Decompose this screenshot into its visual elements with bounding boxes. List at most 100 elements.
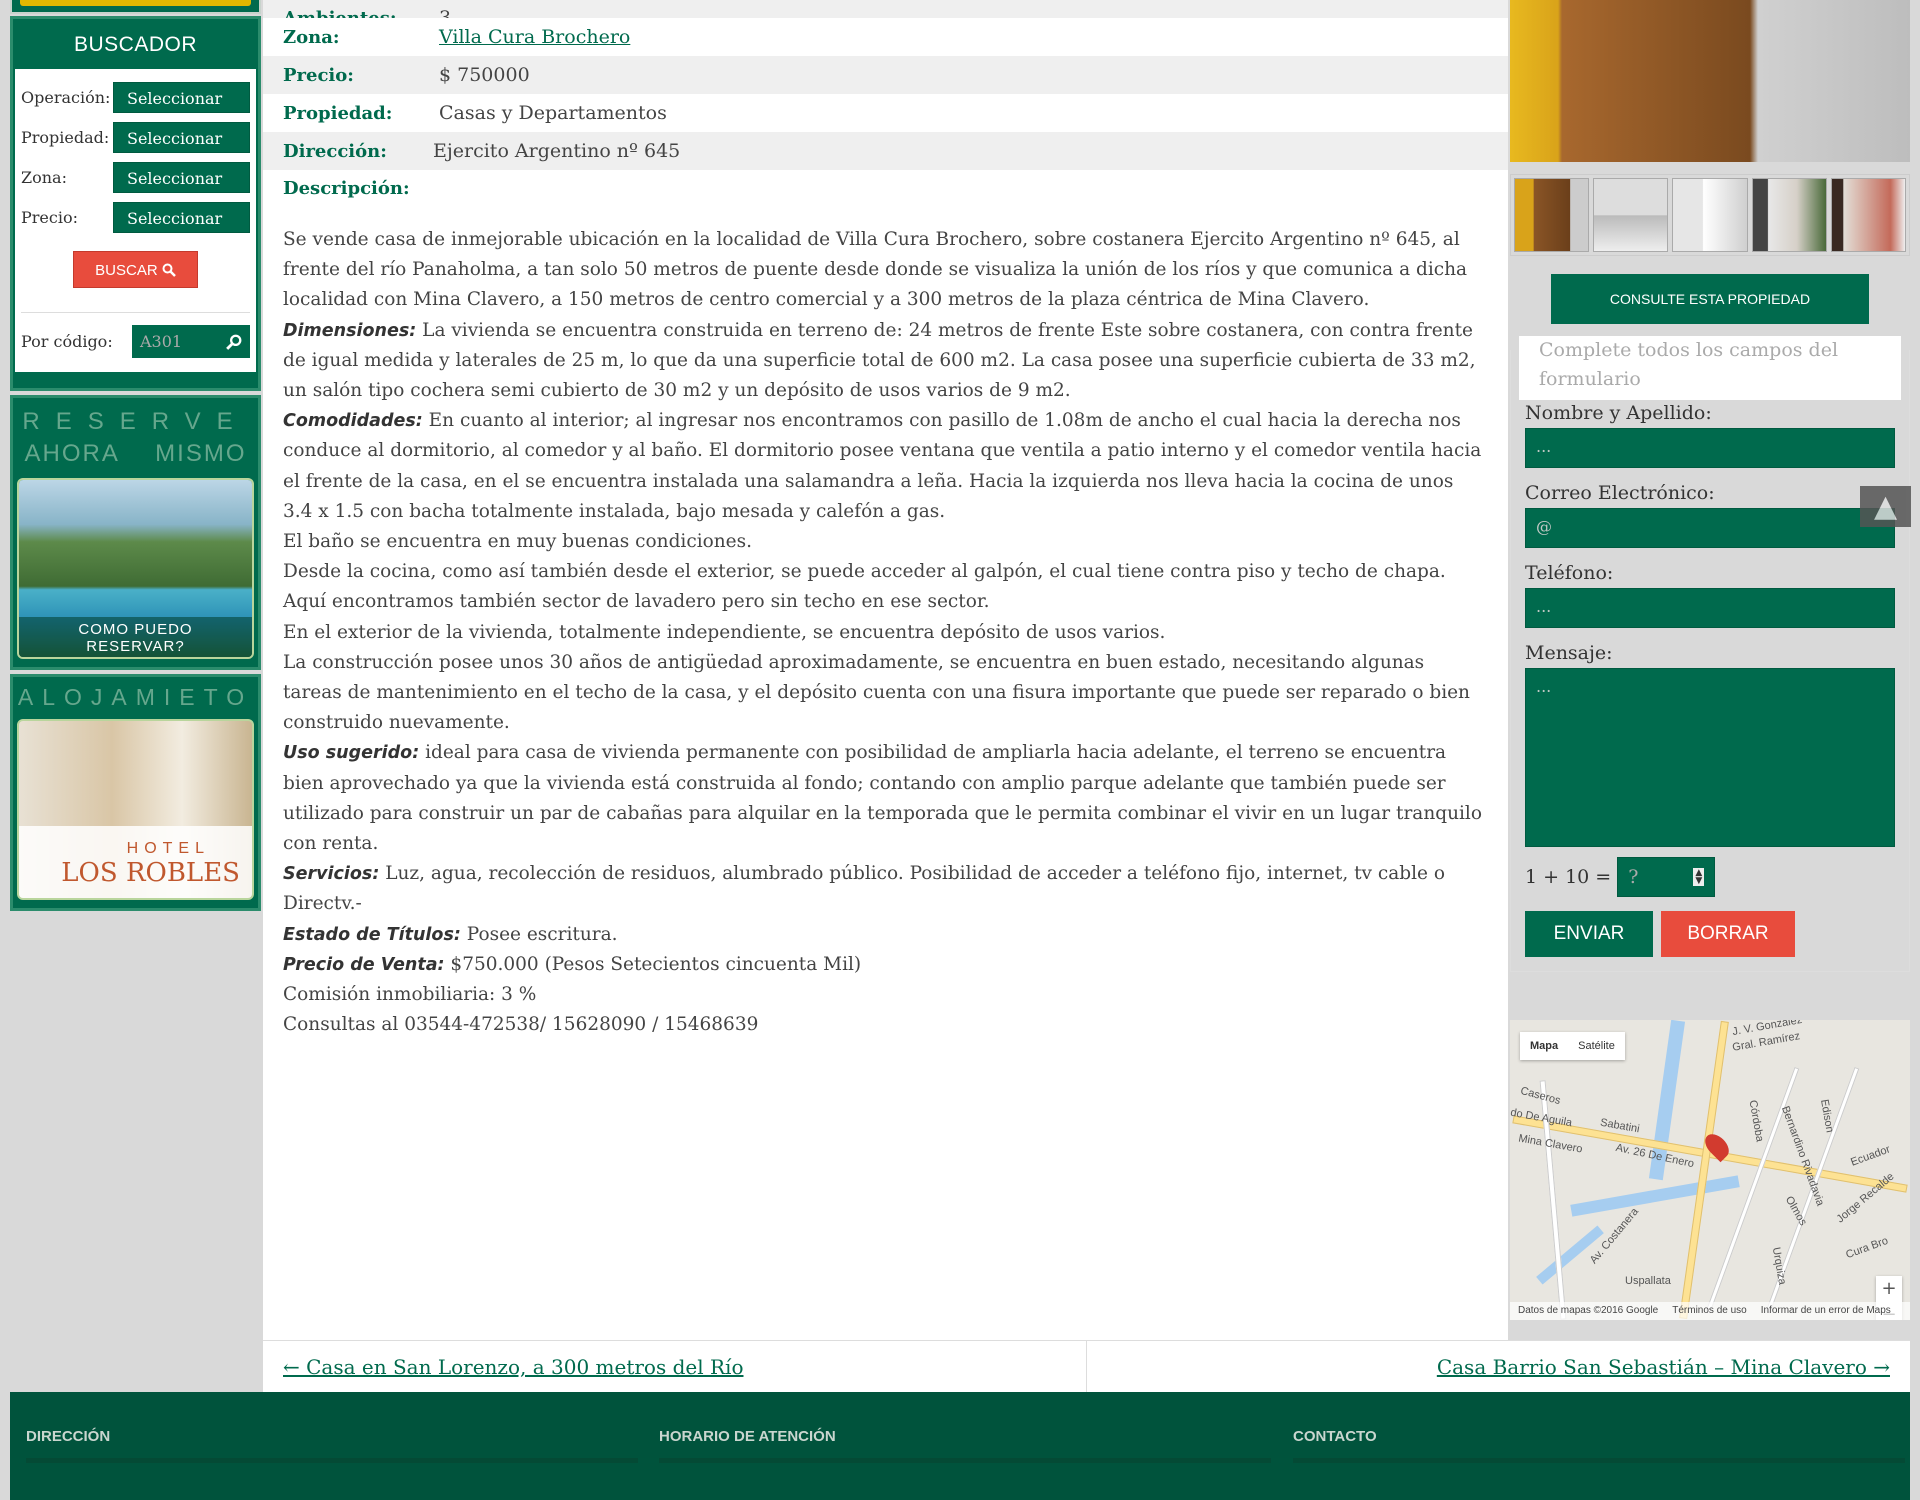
enviar-button[interactable]: ENVIAR — [1525, 911, 1653, 957]
scroll-top-button[interactable]: ▲ — [1860, 486, 1911, 527]
property-content: Ambientes: 3 Zona: Villa Cura Brochero P… — [263, 0, 1508, 1390]
uso-label: Uso sugerido: — [283, 743, 420, 764]
precio-select[interactable]: Seleccionar — [113, 201, 250, 233]
map-footer: Datos de mapas ©2016 Google Términos de … — [1510, 1302, 1910, 1320]
next-post-link[interactable]: Casa Barrio San Sebastián – Mina Clavero… — [1437, 1355, 1890, 1379]
thumbnail[interactable] — [1672, 178, 1748, 252]
dim-text: La vivienda se encuentra construida en t… — [283, 319, 1476, 402]
borrar-button[interactable]: BORRAR — [1661, 911, 1795, 957]
hotel-logo-name: LOS ROBLES — [61, 858, 240, 888]
buscar-label: BUSCAR — [95, 262, 158, 279]
tab-satelite[interactable]: Satélite — [1568, 1032, 1625, 1060]
map-data-credit: Datos de mapas ©2016 Google — [1518, 1305, 1659, 1316]
desc-bano: El baño se encuentra en muy buenas condi… — [283, 531, 753, 553]
captcha-placeholder: ? — [1628, 866, 1639, 888]
contact-form: Complete todos los campos del formulario… — [1510, 336, 1910, 972]
map-label: Edison — [1817, 1098, 1836, 1134]
description-body: Se vende casa de inmejorable ubicación e… — [263, 199, 1508, 1040]
prev-post-link[interactable]: ← Casa en San Lorenzo, a 300 metros del … — [283, 1355, 743, 1379]
propiedad-row: Propiedad: Seleccionar — [21, 117, 250, 157]
next-post: Casa Barrio San Sebastián – Mina Clavero… — [1087, 1341, 1910, 1392]
desc-comodidades: Comodidades: En cuanto al interior; al i… — [283, 406, 1488, 527]
reserve-panel: RESERVE AHORA MISMO COMO PUEDO RESERVAR? — [10, 395, 261, 670]
ambientes-value: 3 — [439, 7, 452, 18]
gallery: CONSULTE ESTA PROPIEDAD Complete todos l… — [1510, 0, 1910, 972]
correo-label: Correo Electrónico: — [1525, 482, 1715, 504]
serv-text: Luz, agua, recolección de residuos, alum… — [283, 863, 1445, 915]
search-icon[interactable] — [226, 334, 242, 350]
titulos-label: Estado de Títulos: — [283, 924, 461, 945]
footer-direccion-heading: DIRECCIÓN — [26, 1428, 111, 1445]
serv-label: Servicios: — [283, 864, 380, 885]
location-map[interactable]: Mapa Satélite J. V. Gonzalez Gral. Ramír… — [1510, 1020, 1910, 1320]
zona-label: Zona: — [21, 167, 67, 187]
search-icon — [162, 263, 176, 277]
captcha-input[interactable]: ? ▲ ▼ — [1617, 857, 1716, 897]
consulte-button[interactable]: CONSULTE ESTA PROPIEDAD — [1551, 274, 1869, 324]
codigo-input[interactable]: A301 — [132, 325, 250, 358]
promo-caption-line2: RESERVAR? — [86, 638, 185, 655]
nombre-label: Nombre y Apellido: — [1525, 402, 1712, 424]
codigo-label: Por código: — [21, 332, 113, 351]
footer-contacto-heading: CONTACTO — [1293, 1428, 1377, 1445]
desc-consultas: Consultas al 03544-472538/ 15628090 / 15… — [283, 1014, 759, 1036]
sidebar: BUSCADOR Operación: Seleccionar Propieda… — [10, 0, 261, 911]
thumbnail[interactable] — [1514, 178, 1590, 252]
precio-row: Precio: Seleccionar — [21, 197, 250, 237]
map-terms-link[interactable]: Términos de uso — [1672, 1305, 1746, 1317]
telefono-label: Teléfono: — [1525, 562, 1614, 584]
captcha-question: 1 + 10 = — [1525, 866, 1612, 888]
footer-divider — [1293, 1458, 1905, 1463]
titulos-text: Posee escritura. — [460, 923, 618, 945]
alojamiento-panel: ALOJAMIETO HOTEL LOS ROBLES — [10, 674, 261, 911]
hotel-banner[interactable]: HOTEL LOS ROBLES — [17, 719, 254, 900]
telefono-input[interactable]: ... — [1525, 588, 1895, 628]
desc-venta: Precio de Venta: $750.000 (Pesos Setecie… — [283, 950, 1488, 980]
thumbnail[interactable] — [1830, 178, 1907, 252]
reserve-line1: RESERVE — [22, 408, 249, 435]
buscar-button[interactable]: BUSCAR — [73, 251, 198, 288]
spinner-arrows-icon[interactable]: ▲ ▼ — [1693, 868, 1705, 886]
footer-horario-heading: HORARIO DE ATENCIÓN — [659, 1428, 836, 1445]
ambientes-label: Ambientes: — [283, 8, 439, 18]
reserve-promo-banner[interactable]: COMO PUEDO RESERVAR? — [17, 478, 254, 659]
operacion-select[interactable]: Seleccionar — [113, 81, 250, 113]
footer-divider — [26, 1458, 638, 1463]
form-buttons: ENVIAR BORRAR — [1525, 911, 1895, 957]
zona-link[interactable]: Villa Cura Brochero — [439, 26, 630, 48]
search-panel: BUSCADOR Operación: Seleccionar Propieda… — [10, 16, 261, 391]
zona-select[interactable]: Seleccionar — [113, 161, 250, 193]
thumbnail[interactable] — [1751, 178, 1827, 252]
search-title: BUSCADOR — [73, 33, 198, 56]
main-photo[interactable] — [1510, 0, 1910, 162]
tab-mapa[interactable]: Mapa — [1520, 1032, 1568, 1060]
mensaje-label: Mensaje: — [1525, 642, 1613, 664]
operacion-row: Operación: Seleccionar — [21, 77, 250, 117]
hotel-logo-top: HOTEL — [126, 840, 210, 857]
direccion-detail-label: Dirección: — [283, 140, 387, 162]
map-report-link[interactable]: Informar de un error de Maps — [1761, 1305, 1891, 1317]
propiedad-select[interactable]: Seleccionar — [113, 121, 250, 153]
propiedad-detail-row: Propiedad: Casas y Departamentos — [263, 94, 1508, 132]
precio-label: Precio: — [21, 207, 78, 227]
post-navigation: ← Casa en San Lorenzo, a 300 metros del … — [263, 1340, 1910, 1392]
desc-galpon: Desde la cocina, como así también desde … — [283, 561, 1446, 613]
precio-detail-value: $ 750000 — [439, 64, 530, 86]
map-label: Uspallata — [1625, 1275, 1671, 1287]
precio-detail-label: Precio: — [283, 64, 354, 86]
com-label: Comodidades: — [283, 411, 423, 432]
mensaje-textarea[interactable]: ... — [1525, 668, 1895, 847]
dim-label: Dimensiones: — [283, 320, 417, 341]
desc-titulos: Estado de Títulos: Posee escritura. — [283, 920, 1488, 950]
propiedad-label: Propiedad: — [21, 127, 110, 147]
thumbnail[interactable] — [1593, 178, 1669, 252]
thumbnail-strip — [1510, 174, 1910, 256]
nombre-input[interactable]: ... — [1525, 428, 1895, 468]
desc-construccion: La construcción posee unos 30 años de an… — [283, 651, 1470, 734]
zoom-in-icon[interactable]: + — [1876, 1276, 1902, 1302]
email-input[interactable]: @ — [1525, 508, 1895, 548]
reserve-line2: AHORA MISMO — [24, 440, 247, 467]
descripcion-heading: Descripción: — [283, 178, 410, 199]
desc-exterior: En el exterior de la vivienda, totalment… — [283, 621, 1166, 643]
map-label: Cura Bro — [1844, 1234, 1890, 1262]
